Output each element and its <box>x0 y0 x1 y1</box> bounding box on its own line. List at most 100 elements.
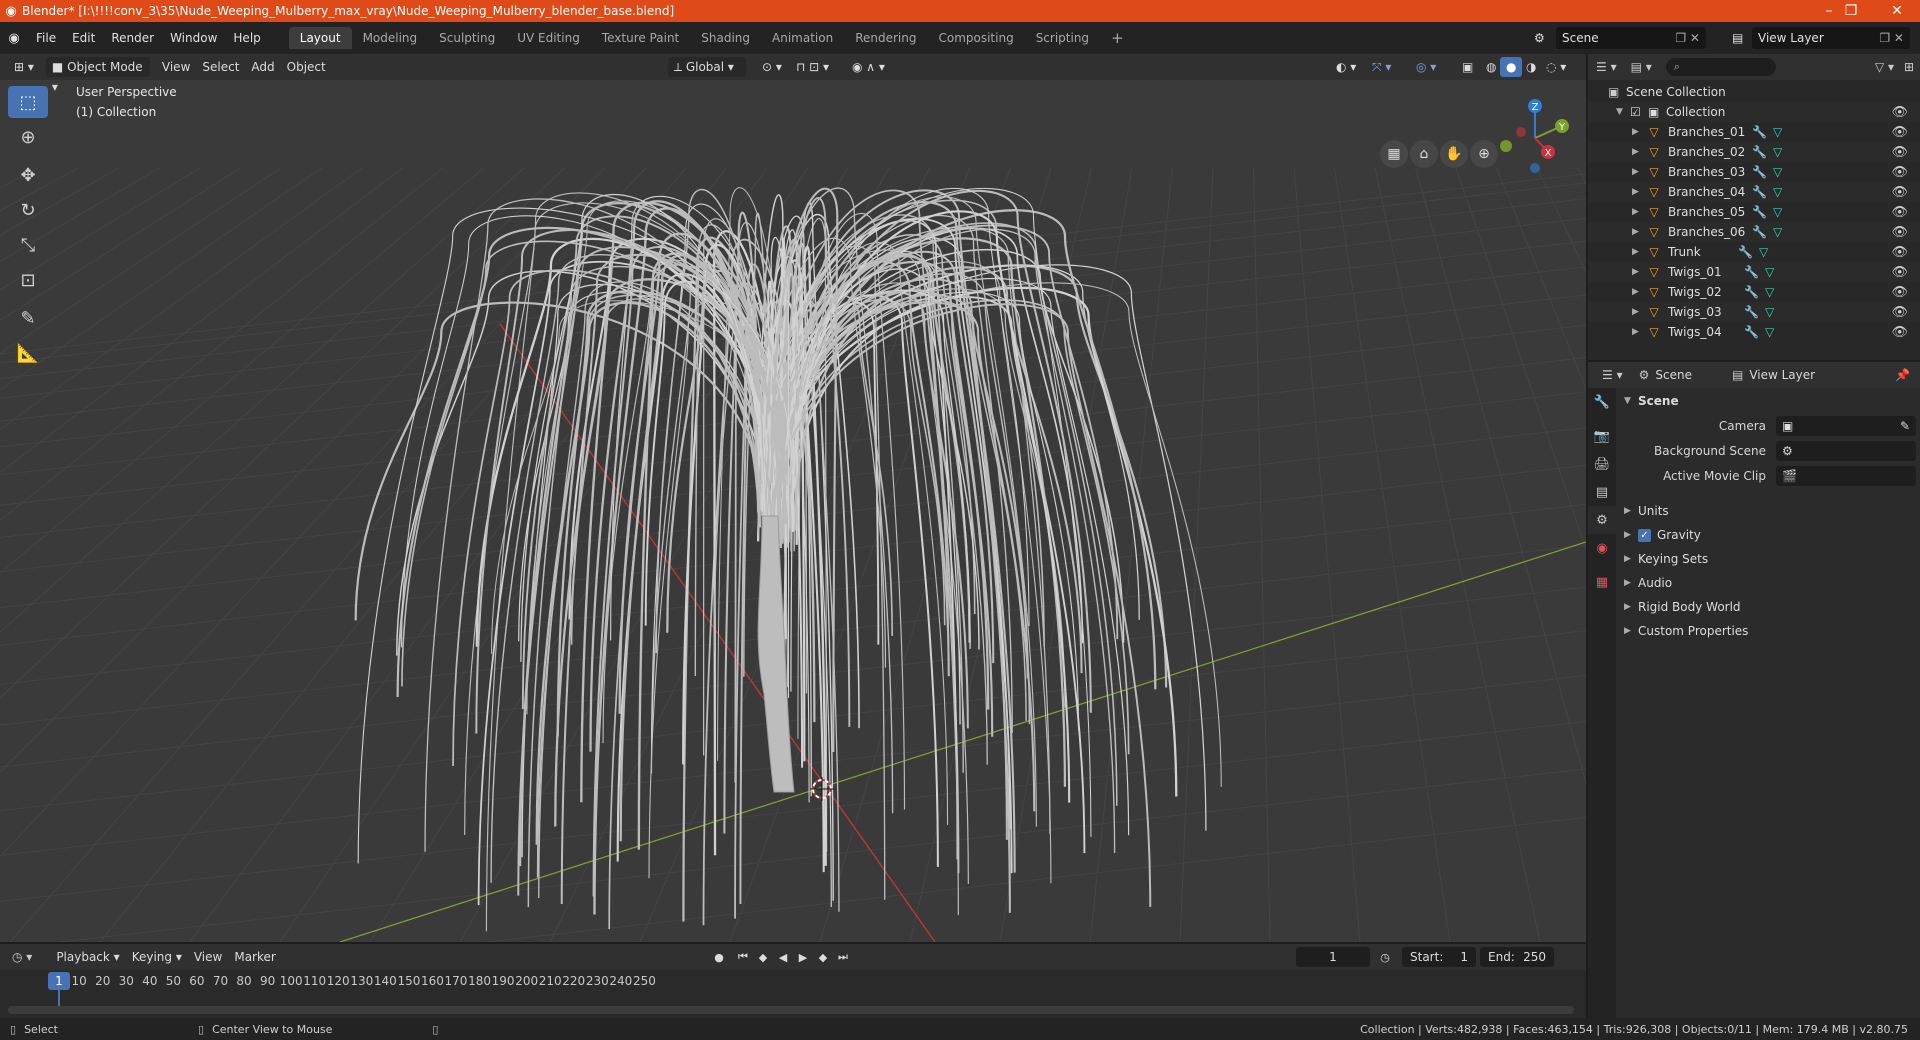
timeline-ruler[interactable]: 1102030405060708090100110120130140150160… <box>0 970 1586 992</box>
gravity-panel-header[interactable]: ▶ ✓ Gravity <box>1624 528 1701 542</box>
transform-tool[interactable]: ⊡ <box>8 264 48 296</box>
mesh-data-icon[interactable]: ▽ <box>1773 165 1782 179</box>
mesh-data-icon[interactable]: ▽ <box>1773 125 1782 139</box>
move-tool[interactable]: ✥ <box>8 159 48 191</box>
timeline-editor-icon[interactable]: ◷ ▾ <box>12 950 32 964</box>
object-expand-icon[interactable]: ▶ <box>1632 207 1646 217</box>
custom-properties-panel-header[interactable]: ▶ Custom Properties <box>1624 624 1748 638</box>
modifier-wrench-icon[interactable]: 🔧 <box>1752 125 1767 139</box>
object-expand-icon[interactable]: ▶ <box>1632 127 1646 137</box>
visibility-eye-icon[interactable]: 👁 <box>1891 145 1908 160</box>
outliner-collection[interactable]: ▼ ☑ ▣ Collection 👁 <box>1588 102 1920 122</box>
cursor-tool[interactable]: ⊕ <box>8 121 48 153</box>
scene-panel-header[interactable]: ▼ Scene <box>1624 394 1679 408</box>
outliner-scene-collection[interactable]: ▣ Scene Collection <box>1588 82 1920 102</box>
object-expand-icon[interactable]: ▶ <box>1632 307 1646 317</box>
object-expand-icon[interactable]: ▶ <box>1632 167 1646 177</box>
rotate-tool[interactable]: ↻ <box>8 194 48 226</box>
camera-field[interactable]: ▣ ✎ <box>1776 416 1916 436</box>
gizmo-toggle-icon[interactable]: ⤧ ▾ <box>1366 57 1397 77</box>
properties-view-layer-tab[interactable]: View Layer <box>1749 368 1815 382</box>
active-movie-clip-field[interactable]: 🎬 <box>1776 466 1916 486</box>
outliner-object-row[interactable]: ▶ ▽ Twigs_02 🔧 ▽ 👁 <box>1588 282 1920 302</box>
menu-file[interactable]: File <box>28 27 64 49</box>
object-expand-icon[interactable]: ▶ <box>1632 327 1646 337</box>
outliner-object-row[interactable]: ▶ ▽ Branches_05 🔧 ▽ 👁 <box>1588 202 1920 222</box>
camera-view-icon[interactable]: ⌂ <box>1410 140 1438 168</box>
world-tab-icon[interactable]: ◉ <box>1588 534 1616 562</box>
jump-end-icon[interactable]: ⏭ <box>834 947 852 967</box>
tab-animation[interactable]: Animation <box>761 27 844 49</box>
viewport-menu-view[interactable]: View <box>156 57 196 77</box>
outliner-object-row[interactable]: ▶ ▽ Trunk 🔧 ▽ 👁 <box>1588 242 1920 262</box>
visibility-eye-icon[interactable]: 👁 <box>1891 225 1908 240</box>
visibility-eye-icon[interactable]: 👁 <box>1891 325 1908 340</box>
menu-render[interactable]: Render <box>103 27 162 49</box>
viewport-menu-select[interactable]: Select <box>196 57 245 77</box>
select-box-tool[interactable]: ⬚ <box>8 86 48 118</box>
mesh-data-icon[interactable]: ▽ <box>1765 285 1774 299</box>
visibility-eye-icon[interactable]: 👁 <box>1891 245 1908 260</box>
mesh-data-icon[interactable]: ▽ <box>1765 265 1774 279</box>
mesh-data-icon[interactable]: ▽ <box>1759 245 1768 259</box>
record-icon[interactable]: ● <box>710 947 728 967</box>
tab-uv-editing[interactable]: UV Editing <box>506 27 591 49</box>
pivot-point-icon[interactable]: ⊙ ▾ <box>756 57 788 77</box>
modifier-wrench-icon[interactable]: 🔧 <box>1752 185 1767 199</box>
view-layer-new-icon[interactable]: ❐ ✕ <box>1879 31 1904 45</box>
modifier-wrench-icon[interactable]: 🔧 <box>1752 165 1767 179</box>
modifier-wrench-icon[interactable]: 🔧 <box>1744 265 1759 279</box>
outliner-editor-icon[interactable]: ☰ ▾ <box>1596 60 1617 74</box>
visibility-eye-icon[interactable]: 👁 <box>1891 285 1908 300</box>
next-keyframe-icon[interactable]: ◆ <box>814 947 832 967</box>
scene-new-icon[interactable]: ❐ ✕ <box>1675 31 1700 45</box>
units-panel-header[interactable]: ▶ Units <box>1624 504 1669 518</box>
keying-sets-panel-header[interactable]: ▶ Keying Sets <box>1624 552 1708 566</box>
outliner-object-row[interactable]: ▶ ▽ Branches_02 🔧 ▽ 👁 <box>1588 142 1920 162</box>
restore-button[interactable]: ❐ <box>1828 0 1874 22</box>
visibility-eye-icon[interactable]: 👁 <box>1891 305 1908 320</box>
visibility-eye-icon[interactable]: 👁 <box>1891 205 1908 220</box>
object-expand-icon[interactable]: ▶ <box>1632 187 1646 197</box>
current-frame-field[interactable]: 1 <box>1296 947 1370 967</box>
gizmo-neg-x-icon[interactable] <box>1516 127 1526 137</box>
modifier-wrench-icon[interactable]: 🔧 <box>1752 145 1767 159</box>
gizmo-neg-z-icon[interactable] <box>1530 163 1540 173</box>
viewport-menu-add[interactable]: Add <box>245 57 280 77</box>
scale-tool[interactable]: ⤡ <box>8 229 48 261</box>
mesh-data-icon[interactable]: ▽ <box>1765 305 1774 319</box>
tab-layout[interactable]: Layout <box>288 27 352 49</box>
playhead-frame-badge[interactable]: 1 <box>48 972 70 990</box>
menu-help[interactable]: Help <box>225 27 268 49</box>
overlays-icon[interactable]: ◎ ▾ <box>1410 57 1442 77</box>
visibility-eye-icon[interactable]: 👁 <box>1891 105 1908 120</box>
menu-window[interactable]: Window <box>162 27 225 49</box>
scene-props-icon[interactable]: ⚙ <box>1588 506 1616 534</box>
add-workspace-button[interactable]: + <box>1100 27 1135 49</box>
object-expand-icon[interactable]: ▶ <box>1632 287 1646 297</box>
outliner-object-row[interactable]: ▶ ▽ Twigs_01 🔧 ▽ 👁 <box>1588 262 1920 282</box>
mesh-data-icon[interactable]: ▽ <box>1773 225 1782 239</box>
modifier-wrench-icon[interactable]: 🔧 <box>1744 325 1759 339</box>
object-expand-icon[interactable]: ▶ <box>1632 227 1646 237</box>
object-expand-icon[interactable]: ▶ <box>1632 267 1646 277</box>
view-layer-props-icon[interactable]: ▤ <box>1588 478 1616 506</box>
tab-rendering[interactable]: Rendering <box>844 27 927 49</box>
outliner-object-row[interactable]: ▶ ▽ Branches_04 🔧 ▽ 👁 <box>1588 182 1920 202</box>
transform-orientation-selector[interactable]: ⟂ Global ▾ <box>668 57 746 77</box>
xray-icon[interactable]: ▣ <box>1456 57 1479 77</box>
eyedropper-icon[interactable]: ✎ <box>1900 419 1910 433</box>
collection-checkbox[interactable]: ☑ <box>1630 105 1648 119</box>
mesh-data-icon[interactable]: ▽ <box>1773 185 1782 199</box>
mode-selector[interactable]: ■ Object Mode ▾ <box>45 57 150 94</box>
gravity-checkbox[interactable]: ✓ <box>1638 528 1651 542</box>
visibility-eye-icon[interactable]: 👁 <box>1891 125 1908 140</box>
outliner-object-row[interactable]: ▶ ▽ Branches_03 🔧 ▽ 👁 <box>1588 162 1920 182</box>
timeline-menu-marker[interactable]: Marker <box>228 947 281 967</box>
play-reverse-icon[interactable]: ◀ <box>774 947 792 967</box>
visibility-eye-icon[interactable]: 👁 <box>1891 265 1908 280</box>
texture-tab-icon[interactable]: ▦ <box>1588 568 1616 596</box>
menu-edit[interactable]: Edit <box>64 27 103 49</box>
rigid-body-world-panel-header[interactable]: ▶ Rigid Body World <box>1624 600 1741 614</box>
editor-type-icon[interactable]: ⊞ ▾ <box>8 57 40 77</box>
